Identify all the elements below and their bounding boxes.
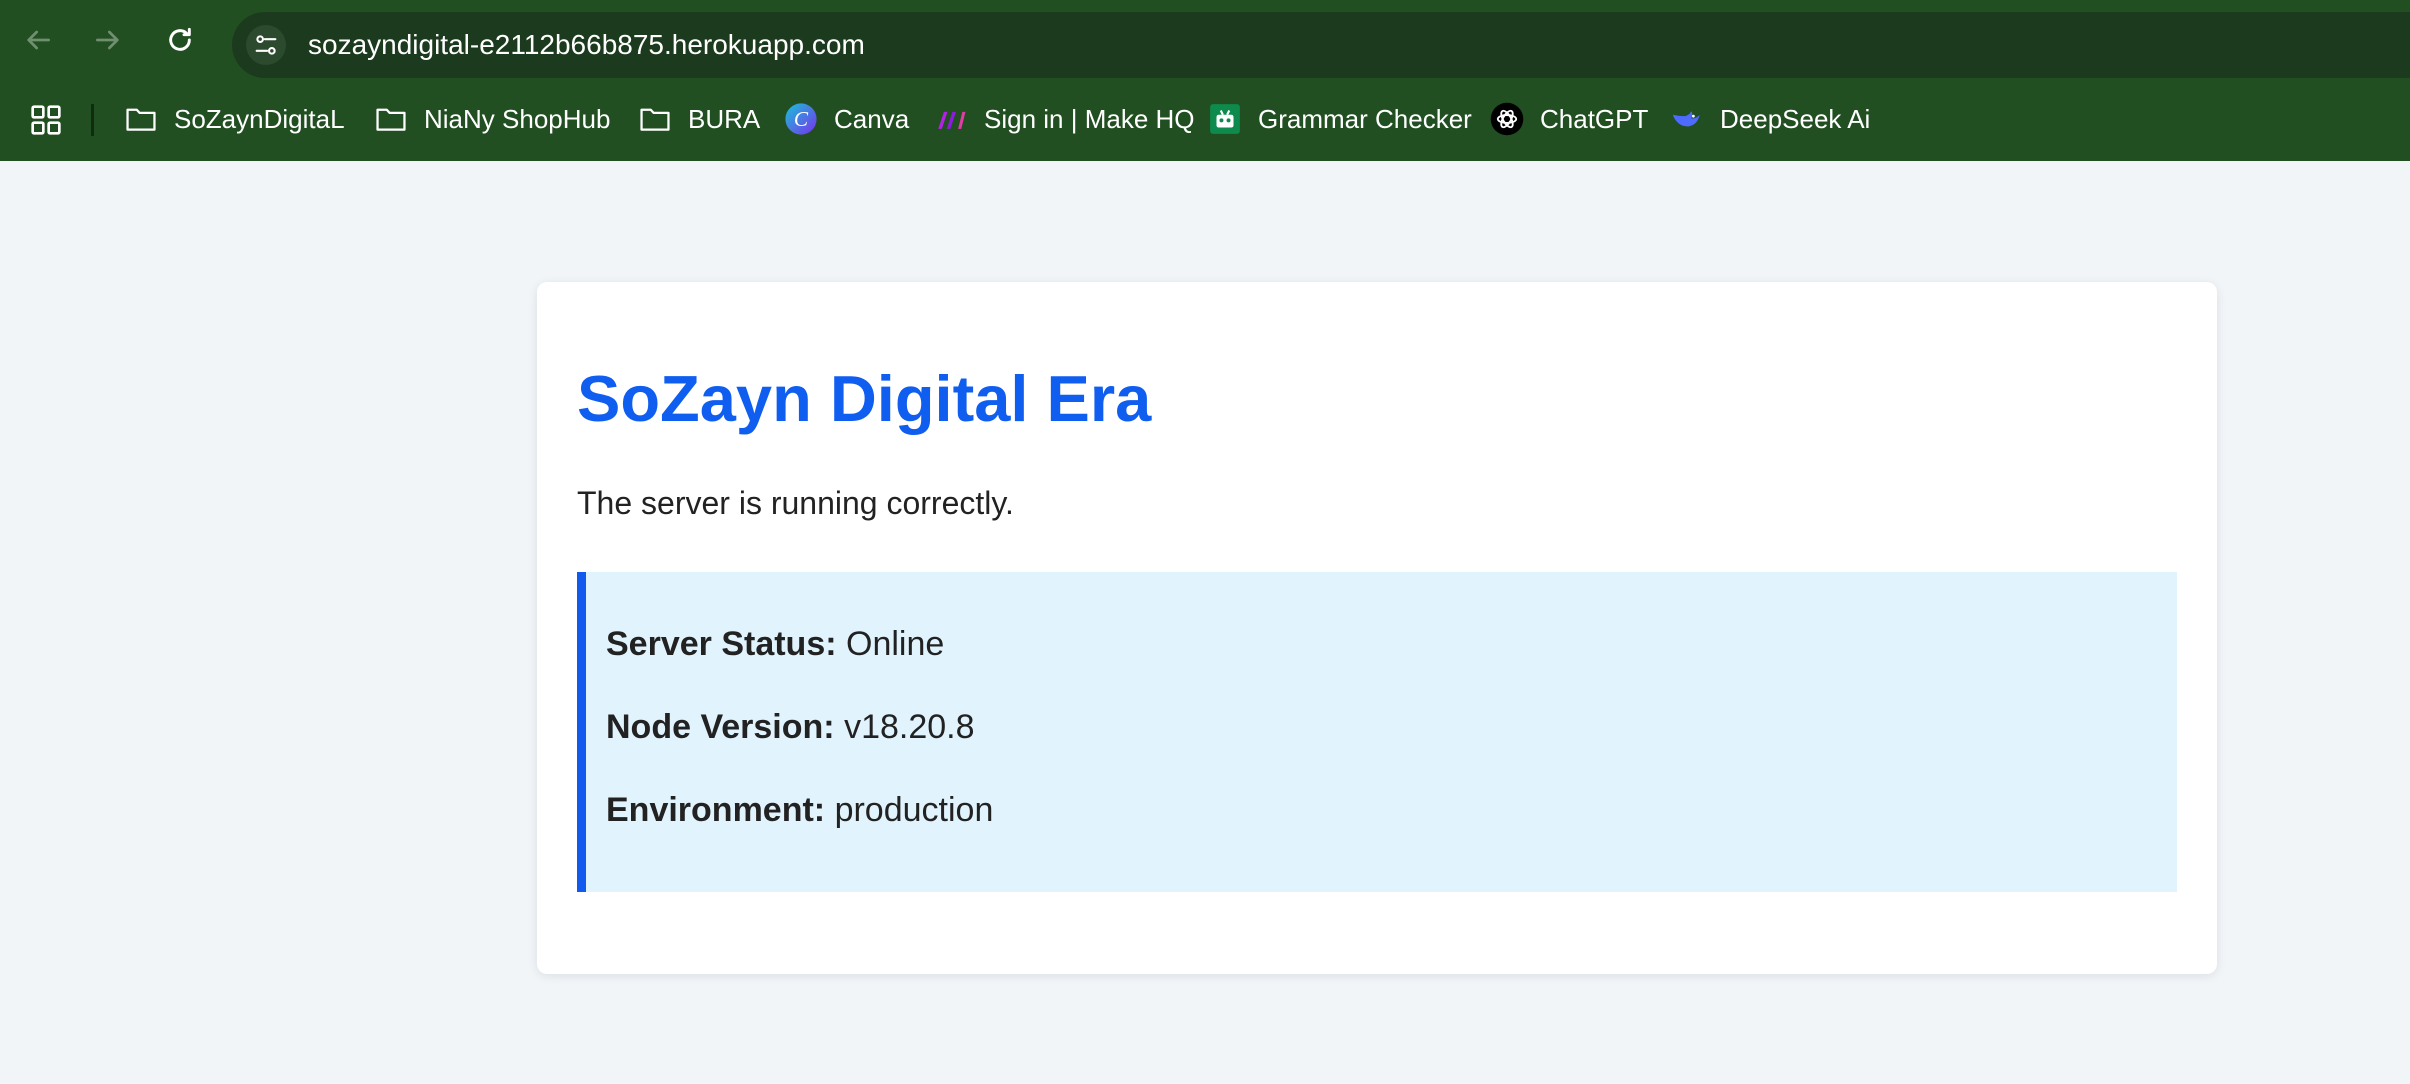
environment-label: Environment:: [606, 791, 826, 829]
bookmark-label: Grammar Checker: [1258, 103, 1472, 134]
bookmark-label: DeepSeek Ai: [1720, 103, 1871, 134]
bookmarks-separator: [91, 104, 94, 136]
folder-icon: [374, 102, 408, 136]
address-bar[interactable]: sozayndigital-e2112b66b875.herokuapp.com: [232, 12, 2410, 78]
deepseek-icon: [1670, 102, 1704, 136]
reload-icon: [169, 27, 191, 51]
arrow-left-icon: [27, 30, 50, 50]
page-title: SoZayn Digital Era: [577, 362, 1152, 435]
folder-icon: [124, 102, 158, 136]
bookmark-label: ChatGPT: [1540, 103, 1649, 134]
bookmark-grammar-checker[interactable]: Grammar Checker: [1208, 96, 1472, 142]
bookmarks-bar: [0, 80, 2410, 161]
bookmark-canva[interactable]: C Canva: [784, 96, 909, 142]
node-version-value: v18.20.8: [844, 708, 975, 746]
canva-icon: C: [784, 102, 818, 136]
bookmark-deepseek[interactable]: DeepSeek Ai: [1670, 96, 1870, 142]
status-card: SoZayn Digital Era The server is running…: [537, 282, 2217, 974]
bookmark-label: Sign in | Make HQ: [984, 103, 1195, 134]
bookmark-niany-shophub[interactable]: NiaNy ShopHub: [374, 96, 610, 142]
apps-grid-icon[interactable]: [30, 104, 62, 136]
bookmark-make[interactable]: Sign in | Make HQ: [934, 96, 1195, 142]
bookmark-label: SoZaynDigitaL: [174, 103, 345, 134]
site-info-button[interactable]: [246, 25, 286, 65]
bookmark-label: BURA: [688, 103, 761, 134]
make-icon: [934, 102, 968, 136]
bookmark-bura[interactable]: BURA: [638, 96, 760, 142]
server-status-value: Online: [846, 625, 945, 663]
environment-row: Environment: production: [606, 791, 993, 830]
bookmark-label: Canva: [834, 103, 910, 134]
url-text[interactable]: sozayndigital-e2112b66b875.herokuapp.com: [308, 12, 865, 78]
svg-text:C: C: [794, 107, 809, 131]
node-version-row: Node Version: v18.20.8: [606, 708, 975, 747]
chatgpt-icon: [1490, 102, 1524, 136]
server-message: The server is running correctly.: [577, 485, 1014, 521]
bookmark-label: NiaNy ShopHub: [424, 103, 611, 134]
server-status-row: Server Status: Online: [606, 625, 944, 664]
server-info-panel: Server Status: Online Node Version: v18.…: [577, 572, 2177, 892]
back-button[interactable]: [18, 20, 58, 60]
bookmark-sozayndigital[interactable]: SoZaynDigitaL: [124, 96, 345, 142]
reload-button[interactable]: [160, 20, 200, 60]
server-status-label: Server Status:: [606, 625, 837, 663]
arrow-right-icon: [96, 30, 119, 50]
tune-icon: [255, 35, 277, 55]
forward-button[interactable]: [88, 20, 128, 60]
environment-value: production: [834, 791, 994, 829]
folder-icon: [638, 102, 672, 136]
node-version-label: Node Version:: [606, 708, 835, 746]
bookmark-chatgpt[interactable]: ChatGPT: [1490, 96, 1648, 142]
grammar-checker-icon: [1208, 102, 1242, 136]
browser-toolbar: sozayndigital-e2112b66b875.herokuapp.com: [0, 0, 2410, 80]
